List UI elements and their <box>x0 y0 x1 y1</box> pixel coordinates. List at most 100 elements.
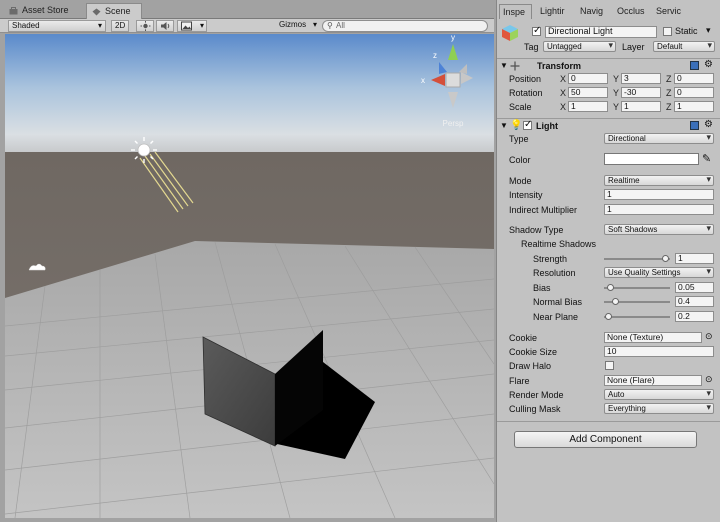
foldout-arrow-icon[interactable]: ▼ <box>500 121 508 130</box>
x-axis-label: x <box>421 76 425 85</box>
near-plane-field[interactable]: 0.2 <box>675 311 714 322</box>
scene-search-input[interactable]: ⚲ All <box>322 20 488 32</box>
gizmos-dropdown[interactable]: Gizmos ▾ <box>276 20 318 32</box>
resolution-label: Resolution <box>533 268 576 278</box>
rotation-y-field[interactable]: -30 <box>621 87 661 98</box>
chevron-down-icon[interactable]: ▾ <box>706 25 711 36</box>
resolution-dropdown[interactable]: Use Quality Settings <box>604 267 714 278</box>
light-header[interactable]: ▼ 💡 ✓ Light ⚙ <box>497 118 720 132</box>
2d-toggle-label: 2D <box>115 21 126 30</box>
help-icon[interactable] <box>690 61 699 70</box>
game-object-icon <box>502 25 518 41</box>
bias-field[interactable]: 0.05 <box>675 282 714 293</box>
skybox <box>5 34 494 152</box>
help-icon[interactable] <box>690 121 699 130</box>
culling-mask-dropdown[interactable]: Everything <box>604 403 714 414</box>
gear-icon[interactable]: ⚙ <box>704 59 713 70</box>
tab-services[interactable]: Servic <box>653 4 684 19</box>
tab-navigation[interactable]: Navig <box>577 4 606 19</box>
bias-slider-thumb[interactable] <box>606 284 614 291</box>
scene-canvas[interactable]: y x z Persp <box>5 34 494 518</box>
strength-slider-thumb[interactable] <box>662 255 669 262</box>
near-plane-slider-thumb[interactable] <box>605 313 613 320</box>
object-name-field[interactable]: Directional Light <box>545 26 657 38</box>
near-plane-slider[interactable] <box>604 310 670 324</box>
scale-label: Scale <box>509 102 532 112</box>
light-enabled-checkbox[interactable]: ✓ <box>523 119 532 130</box>
position-z-field[interactable]: 0 <box>674 73 714 84</box>
audio-toggle[interactable] <box>156 20 174 32</box>
object-picker-icon[interactable]: ⊙ <box>705 374 713 385</box>
tab-inspector[interactable]: Inspe <box>499 4 532 19</box>
tag-label: Tag <box>524 42 539 52</box>
scale-y-field[interactable]: 1 <box>621 101 661 112</box>
position-x-field[interactable]: 0 <box>568 73 608 84</box>
tab-services-label: Servic <box>656 6 682 16</box>
tab-scene[interactable]: Scene <box>86 3 142 19</box>
position-label: Position <box>509 74 542 84</box>
inspector-panel: Inspe Lightir Navig Occlus Servic ✓ Dire… <box>496 0 720 522</box>
light-title: Light <box>536 121 558 131</box>
gizmo-center-cube[interactable] <box>445 72 461 88</box>
scene-viewport[interactable]: y x z Persp <box>5 34 494 518</box>
shading-mode-dropdown[interactable]: Shaded ▾ <box>8 20 106 32</box>
tab-scene-label: Scene <box>105 6 131 16</box>
layer-dropdown[interactable]: Default <box>653 41 715 52</box>
indirect-multiplier-field[interactable]: 1 <box>604 204 714 215</box>
normal-bias-slider[interactable] <box>604 295 670 309</box>
static-checkbox[interactable] <box>663 27 672 36</box>
scale-x-field[interactable]: 1 <box>568 101 608 112</box>
gizmos-label: Gizmos <box>279 20 307 29</box>
tab-occlusion-label: Occlus <box>617 6 645 16</box>
scale-z-field[interactable]: 1 <box>674 101 714 112</box>
strength-field[interactable]: 1 <box>675 253 714 264</box>
mode-dropdown[interactable]: Realtime <box>604 175 714 186</box>
transform-header[interactable]: ▼ Transform ⚙ <box>497 58 720 72</box>
image-icon <box>181 21 192 31</box>
draw-halo-checkbox[interactable] <box>605 361 614 370</box>
tab-lighting[interactable]: Lightir <box>537 4 568 19</box>
type-dropdown[interactable]: Directional <box>604 133 714 144</box>
bias-label: Bias <box>533 283 551 293</box>
shadow-type-dropdown[interactable]: Soft Shadows <box>604 224 714 235</box>
cookie-field[interactable]: None (Texture) <box>604 332 702 343</box>
light-bulb-icon: 💡 <box>510 120 523 131</box>
rotation-y-label: Y <box>613 88 620 98</box>
lighting-toggle[interactable] <box>136 20 154 32</box>
sun-icon <box>140 21 151 31</box>
rotation-z-field[interactable]: 0 <box>674 87 714 98</box>
transform-icon <box>510 61 520 71</box>
intensity-field[interactable]: 1 <box>604 189 714 200</box>
cookie-size-label: Cookie Size <box>509 347 558 357</box>
object-picker-icon[interactable]: ⊙ <box>705 331 713 342</box>
position-y-field[interactable]: 3 <box>621 73 661 84</box>
rotation-x-field[interactable]: 50 <box>568 87 608 98</box>
color-swatch[interactable] <box>604 153 699 165</box>
gear-icon[interactable]: ⚙ <box>704 119 713 130</box>
render-mode-dropdown[interactable]: Auto <box>604 389 714 400</box>
effects-dropdown[interactable]: ▾ <box>177 20 207 32</box>
normal-bias-field[interactable]: 0.4 <box>675 296 714 307</box>
flare-field[interactable]: None (Flare) <box>604 375 702 386</box>
strength-slider[interactable] <box>604 252 670 266</box>
strength-slider-track <box>604 258 670 260</box>
chevron-down-icon: ▾ <box>97 21 102 30</box>
tab-occlusion[interactable]: Occlus <box>614 4 648 19</box>
cookie-size-field[interactable]: 10 <box>604 346 714 357</box>
eyedropper-icon[interactable]: ✎ <box>702 152 711 165</box>
type-label: Type <box>509 134 529 144</box>
flare-label: Flare <box>509 376 530 386</box>
near-plane-label: Near Plane <box>533 312 579 322</box>
speaker-icon <box>161 22 170 30</box>
view-mode-label[interactable]: Persp <box>443 119 464 128</box>
active-checkbox[interactable]: ✓ <box>532 25 541 36</box>
normal-bias-slider-thumb[interactable] <box>611 298 619 305</box>
foldout-arrow-icon[interactable]: ▼ <box>500 61 508 70</box>
2d-toggle[interactable]: 2D <box>111 20 129 32</box>
add-component-button[interactable]: Add Component <box>514 431 697 448</box>
position-x-label: X <box>560 74 567 84</box>
tag-dropdown[interactable]: Untagged <box>543 41 616 52</box>
tab-asset-store[interactable]: Asset Store <box>4 3 82 19</box>
draw-halo-label: Draw Halo <box>509 361 552 371</box>
bias-slider[interactable] <box>604 281 670 295</box>
